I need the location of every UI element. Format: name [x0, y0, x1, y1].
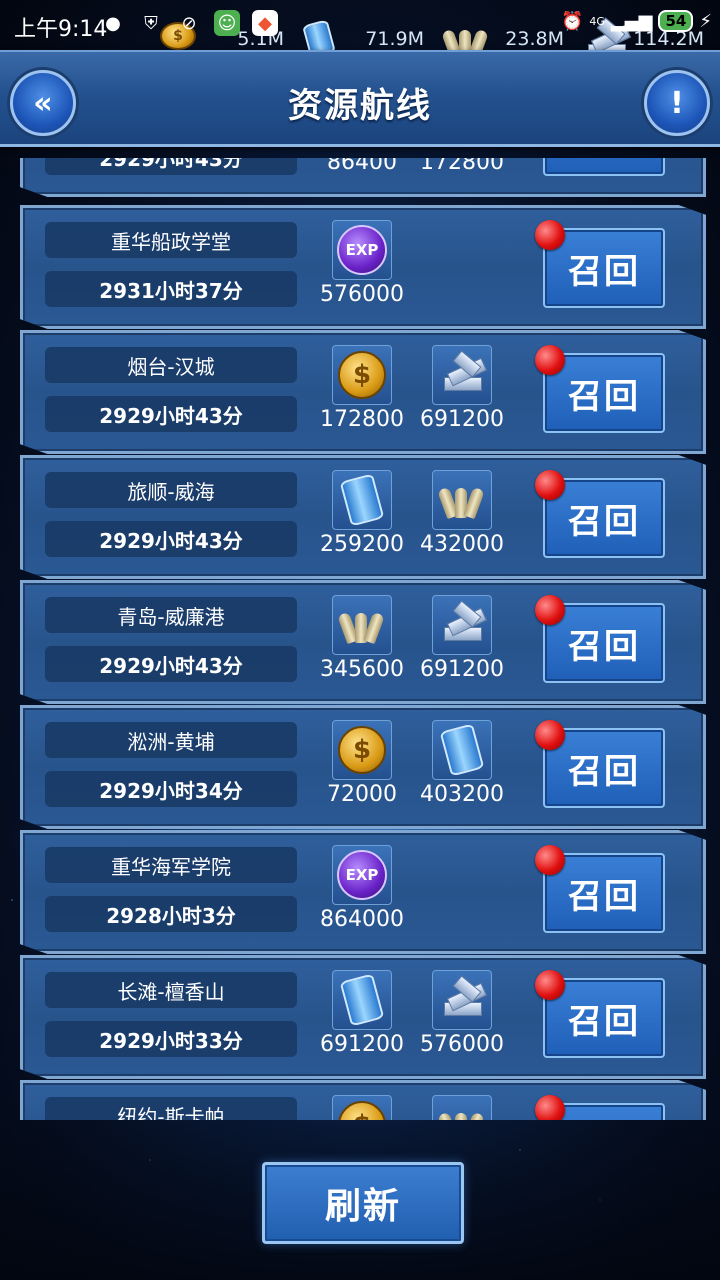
charging-icon: ⚡	[699, 10, 712, 32]
notification-icons: ● ⛨ ⊘ ☺ ◆	[100, 10, 278, 36]
reward-value: 576000	[420, 1032, 504, 1057]
reward-steel: 691200	[407, 345, 517, 432]
steel-icon	[432, 970, 492, 1030]
reward-ammo: 345600	[307, 595, 417, 682]
status-time: 上午9:14	[14, 17, 108, 42]
notification-dot	[535, 1095, 565, 1120]
status-right: ⏰ 4G ▂▄▆ 54 ⚡	[561, 10, 712, 32]
refresh-button[interactable]: 刷新	[262, 1162, 464, 1244]
route-time: 2931小时37分	[45, 271, 297, 307]
ammo-icon	[432, 1095, 492, 1120]
oil-icon	[432, 720, 492, 780]
reward-value: 691200	[320, 1032, 404, 1057]
route-name: 青岛-威廉港	[45, 597, 297, 633]
signal-icon: ▂▄▆	[610, 10, 653, 32]
reward-value: 86400	[327, 158, 397, 175]
route-time: 2929小时43分	[45, 521, 297, 557]
route-time: 2929小时43分	[45, 158, 297, 175]
notification-dot	[535, 345, 565, 375]
reward-exp: EXP 864000	[307, 845, 417, 932]
oil-icon	[332, 470, 392, 530]
route-card: 烟台-汉城 2929小时43分 $ 172800 691200 召回	[20, 330, 706, 454]
notification-dot	[535, 595, 565, 625]
route-card: 重华船政学堂 2931小时37分 EXP 576000 召回	[20, 205, 706, 329]
reward-value: 864000	[320, 907, 404, 932]
ammo-icon	[332, 595, 392, 655]
steel-icon	[432, 345, 492, 405]
battery-level: 54	[658, 10, 694, 32]
route-card: 长滩-檀香山 2929小时33分 691200 576000 召回	[20, 955, 706, 1079]
reward-value: 172800	[320, 407, 404, 432]
page-title: 资源航线	[288, 86, 432, 126]
block-icon: ⊘	[181, 12, 197, 34]
reward-value: 432000	[420, 532, 504, 557]
coin-icon: $	[332, 345, 392, 405]
reward-value: 576000	[320, 282, 404, 307]
reward-value: 259200	[320, 532, 404, 557]
notification-dot	[535, 220, 565, 250]
exclamation-icon: !	[670, 85, 684, 121]
alarm-icon: ⏰	[561, 10, 584, 32]
exp-icon: EXP	[332, 845, 392, 905]
route-name: 重华海军学院	[45, 847, 297, 883]
reward-coin: $ 172800	[307, 345, 417, 432]
header-bar: « 资源航线 !	[0, 50, 720, 147]
reward-steel: 576000	[407, 970, 517, 1057]
reward-oil: 86400	[307, 158, 417, 175]
route-time: 2929小时34分	[45, 771, 297, 807]
reward-ammo: 172800	[407, 158, 517, 175]
oil-icon	[332, 970, 392, 1030]
route-card: 2929小时43分 86400 172800 召回	[20, 158, 706, 197]
coin-icon: $	[332, 720, 392, 780]
reward-exp: EXP 576000	[307, 220, 417, 307]
route-name: 烟台-汉城	[45, 347, 297, 383]
route-name: 旅顺-威海	[45, 472, 297, 508]
reward-coin: $ 72000	[307, 720, 417, 807]
notification-dot	[535, 720, 565, 750]
reward-steel: 691200	[407, 595, 517, 682]
reward-coin: $	[307, 1095, 417, 1120]
steel-icon	[432, 595, 492, 655]
route-name: 重华船政学堂	[45, 222, 297, 258]
reward-oil: 259200	[307, 470, 417, 557]
route-name: 淞洲-黄埔	[45, 722, 297, 758]
reward-value: 172800	[420, 158, 504, 175]
shield-icon: ⛨	[144, 12, 158, 34]
notification-dot	[535, 845, 565, 875]
route-card: 淞洲-黄埔 2929小时34分 $ 72000 403200 召回	[20, 705, 706, 829]
route-card: 重华海军学院 2928小时3分 EXP 864000 召回	[20, 830, 706, 954]
route-card: 青岛-威廉港 2929小时43分 345600 691200 召回	[20, 580, 706, 704]
reward-ammo: 432000	[407, 470, 517, 557]
info-button[interactable]: !	[644, 70, 710, 136]
reward-value: 691200	[420, 407, 504, 432]
route-time: 2929小时43分	[45, 646, 297, 682]
signal-label: 4G	[589, 14, 605, 28]
ammo-icon	[432, 470, 492, 530]
status-bar: 上午9:14 ● ⛨ ⊘ ☺ ◆ ⏰ 4G ▂▄▆ 54 ⚡	[0, 0, 720, 48]
exp-icon: EXP	[332, 220, 392, 280]
recall-button[interactable]: 召回	[543, 158, 665, 176]
route-card: 旅顺-威海 2929小时43分 259200 432000 召回	[20, 455, 706, 579]
route-time: 2929小时43分	[45, 396, 297, 432]
reward-oil: 403200	[407, 720, 517, 807]
reward-value: 691200	[420, 657, 504, 682]
browser-icon: ◆	[252, 10, 278, 36]
reward-ammo	[407, 1095, 517, 1120]
route-time: 2929小时33分	[45, 1021, 297, 1057]
reward-value: 403200	[420, 782, 504, 807]
reward-oil: 691200	[307, 970, 417, 1057]
route-name: 长滩-檀香山	[45, 972, 297, 1008]
reward-value: 345600	[320, 657, 404, 682]
route-list[interactable]: 2929小时43分 86400 172800 召回 重华船政学堂 2931小时3…	[0, 158, 720, 1120]
reward-value: 72000	[327, 782, 397, 807]
notification-dot	[535, 970, 565, 1000]
route-time: 2928小时3分	[45, 896, 297, 932]
coin-icon: $	[332, 1095, 392, 1120]
route-name: 纽约-斯卡帕	[45, 1097, 297, 1120]
wechat-icon: ●	[105, 12, 121, 34]
route-card: 纽约-斯卡帕 $	[20, 1080, 706, 1120]
notification-dot	[535, 470, 565, 500]
android-icon: ☺	[214, 10, 240, 36]
